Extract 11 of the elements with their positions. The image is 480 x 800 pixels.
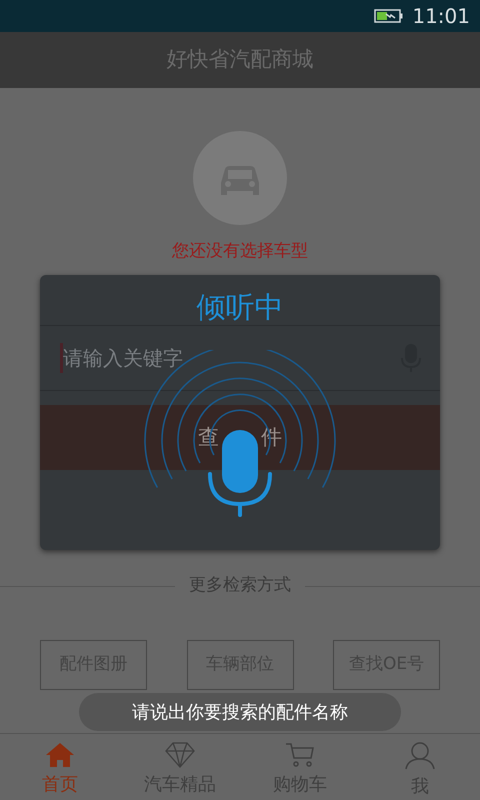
clock-time: 11:01 xyxy=(412,3,470,30)
car-prompt: 您还没有选择车型 xyxy=(171,240,309,263)
person-icon xyxy=(405,742,435,770)
home-icon xyxy=(45,742,75,768)
dialog-title: 倾听中 xyxy=(196,289,284,326)
hint-toast: 请说出你要搜索的配件名称 xyxy=(79,693,401,731)
diamond-icon xyxy=(165,742,195,768)
battery-icon xyxy=(374,8,404,24)
cart-icon xyxy=(285,742,315,768)
search-field[interactable]: 请输入关键字 xyxy=(40,325,440,391)
tab-item[interactable]: 首页 xyxy=(0,734,120,800)
